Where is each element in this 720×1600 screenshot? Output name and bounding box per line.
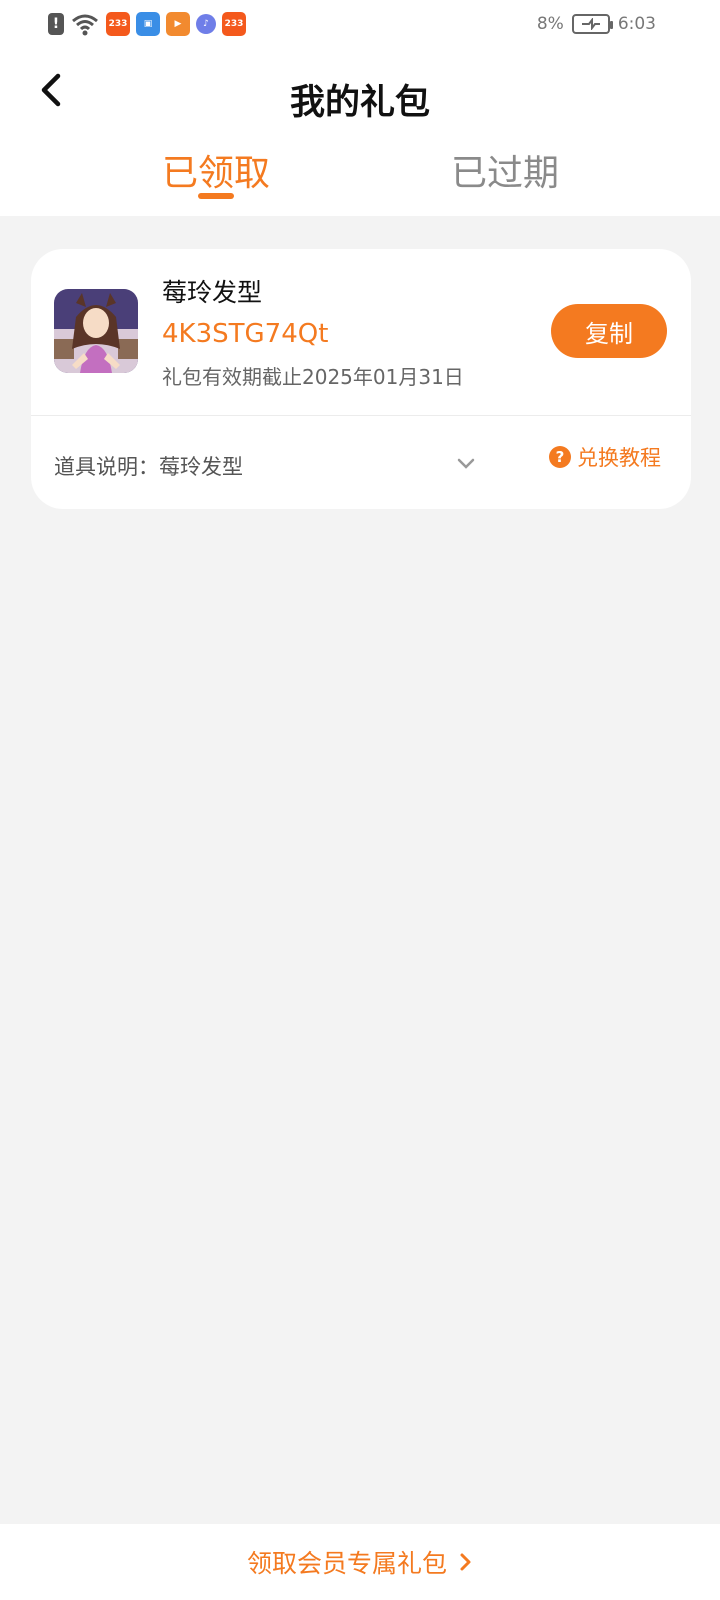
- copy-button[interactable]: 复制: [551, 304, 667, 358]
- gift-expiry: 礼包有效期截止2025年01月31日: [162, 365, 464, 389]
- active-tab-indicator: [198, 193, 234, 199]
- tab-expired[interactable]: 已过期: [425, 144, 585, 196]
- play-app-icon: ▶: [166, 12, 190, 36]
- music-app-icon: ♪: [196, 14, 216, 34]
- divider: [31, 415, 691, 416]
- wifi-icon: [72, 14, 98, 36]
- member-gift-link: 领取会员专属礼包: [246, 1549, 447, 1578]
- app-233-icon-2: 233: [222, 12, 246, 36]
- status-bar: ! 233 ▣ ▶ ♪ 233 8% 6:03: [0, 0, 720, 48]
- tab-received[interactable]: 已领取: [136, 144, 296, 196]
- app-header: 我的礼包: [0, 48, 720, 138]
- help-icon: ?: [549, 446, 571, 468]
- status-bar-icons: ! 233 ▣ ▶ ♪ 233: [48, 12, 246, 36]
- tab-bar: 已领取 已过期: [0, 138, 720, 216]
- prop-description: 道具说明：莓玲发型: [54, 455, 243, 479]
- character-image: [54, 289, 138, 373]
- app-blue-icon: ▣: [136, 12, 160, 36]
- chevron-right-icon: [460, 1553, 471, 1571]
- battery-percent: 8%: [536, 14, 564, 34]
- gift-card: 莓玲发型 4K3STG74Qt 礼包有效期截止2025年01月31日 复制 道具…: [31, 249, 691, 509]
- member-gift-footer[interactable]: 领取会员专属礼包: [0, 1524, 720, 1600]
- tutorial-label: 兑换教程: [577, 446, 661, 470]
- page-title: 我的礼包: [289, 83, 430, 123]
- alert-icon: !: [48, 13, 64, 35]
- gift-name: 莓玲发型: [162, 278, 263, 307]
- chevron-down-icon[interactable]: [454, 455, 478, 473]
- app-233-icon: 233: [106, 12, 130, 36]
- clock: 6:03: [617, 14, 656, 34]
- gift-avatar: [54, 289, 138, 373]
- battery-icon: [571, 14, 613, 34]
- status-bar-right: 8% 6:03: [537, 14, 656, 34]
- redeem-tutorial-link[interactable]: ? 兑换教程: [549, 442, 661, 472]
- gift-code[interactable]: 4K3STG74Qt: [162, 319, 328, 349]
